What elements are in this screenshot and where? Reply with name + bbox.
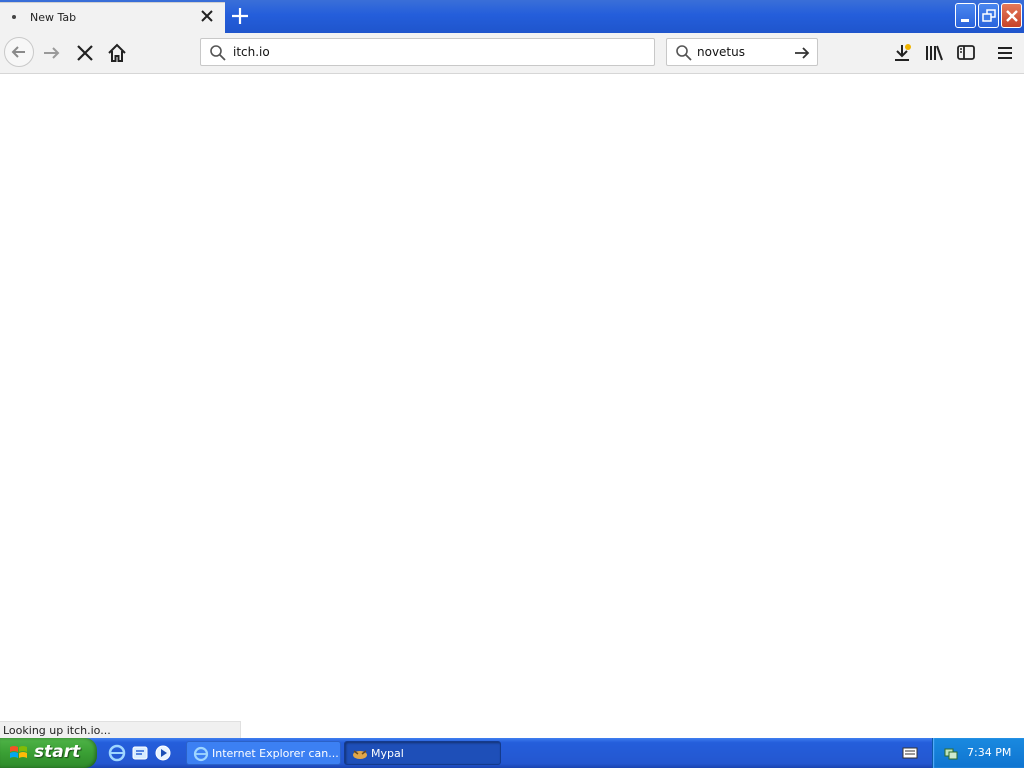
ie-icon bbox=[193, 746, 209, 762]
home-icon[interactable] bbox=[106, 42, 128, 64]
new-tab-plus-icon[interactable] bbox=[229, 5, 251, 27]
search-icon bbox=[210, 45, 226, 61]
close-icon bbox=[1006, 10, 1018, 22]
library-icon[interactable] bbox=[923, 42, 945, 64]
email-quicklaunch-icon[interactable] bbox=[131, 744, 149, 762]
taskbar-item-label: Mypal bbox=[371, 747, 404, 760]
media-player-quicklaunch-icon[interactable] bbox=[154, 744, 172, 762]
ie-quicklaunch-icon[interactable] bbox=[108, 744, 126, 762]
tab-title: New Tab bbox=[30, 11, 77, 24]
menu-icon[interactable] bbox=[994, 42, 1016, 64]
nav-bar: itch.io novetus bbox=[0, 33, 1024, 74]
keyboard-icon[interactable] bbox=[902, 746, 918, 760]
search-icon bbox=[676, 45, 692, 61]
search-query: novetus bbox=[697, 45, 745, 59]
mypal-icon bbox=[353, 750, 367, 759]
restore-icon bbox=[982, 9, 996, 22]
clock: 7:34 PM bbox=[967, 746, 1012, 759]
status-text: Looking up itch.io... bbox=[0, 721, 241, 738]
download-icon[interactable] bbox=[892, 42, 914, 64]
taskbar-item-mypal[interactable]: Mypal bbox=[344, 741, 501, 765]
stop-icon[interactable] bbox=[74, 42, 96, 64]
url-bar[interactable]: itch.io bbox=[200, 38, 655, 66]
search-bar[interactable]: novetus bbox=[666, 38, 818, 66]
forward-arrow-icon[interactable] bbox=[40, 41, 64, 65]
tab-strip: New Tab bbox=[0, 0, 1024, 33]
go-arrow-icon[interactable] bbox=[793, 44, 811, 62]
back-arrow-icon bbox=[11, 46, 25, 58]
url-text: itch.io bbox=[233, 45, 270, 59]
start-label: start bbox=[34, 742, 81, 762]
taskbar-item-internet-explorer[interactable]: Internet Explorer can... bbox=[186, 741, 341, 765]
taskbar: start Internet Explorer can... Mypal 7:3… bbox=[0, 738, 1024, 768]
sidebar-icon[interactable] bbox=[955, 42, 977, 64]
back-button[interactable] bbox=[4, 37, 34, 67]
page-content bbox=[0, 74, 1024, 721]
restore-button[interactable] bbox=[978, 3, 999, 28]
network-icon[interactable] bbox=[943, 745, 959, 761]
minimize-button[interactable] bbox=[955, 3, 976, 28]
taskbar-item-label: Internet Explorer can... bbox=[212, 747, 339, 760]
start-button[interactable]: start bbox=[0, 738, 97, 768]
close-tab-icon[interactable] bbox=[198, 7, 216, 25]
tab-new-tab[interactable]: New Tab bbox=[0, 2, 225, 33]
system-tray: 7:34 PM bbox=[932, 738, 1024, 768]
tab-favicon-icon bbox=[12, 15, 16, 19]
minimize-icon bbox=[961, 19, 969, 22]
windows-logo-icon bbox=[10, 746, 27, 758]
close-window-button[interactable] bbox=[1001, 3, 1022, 28]
